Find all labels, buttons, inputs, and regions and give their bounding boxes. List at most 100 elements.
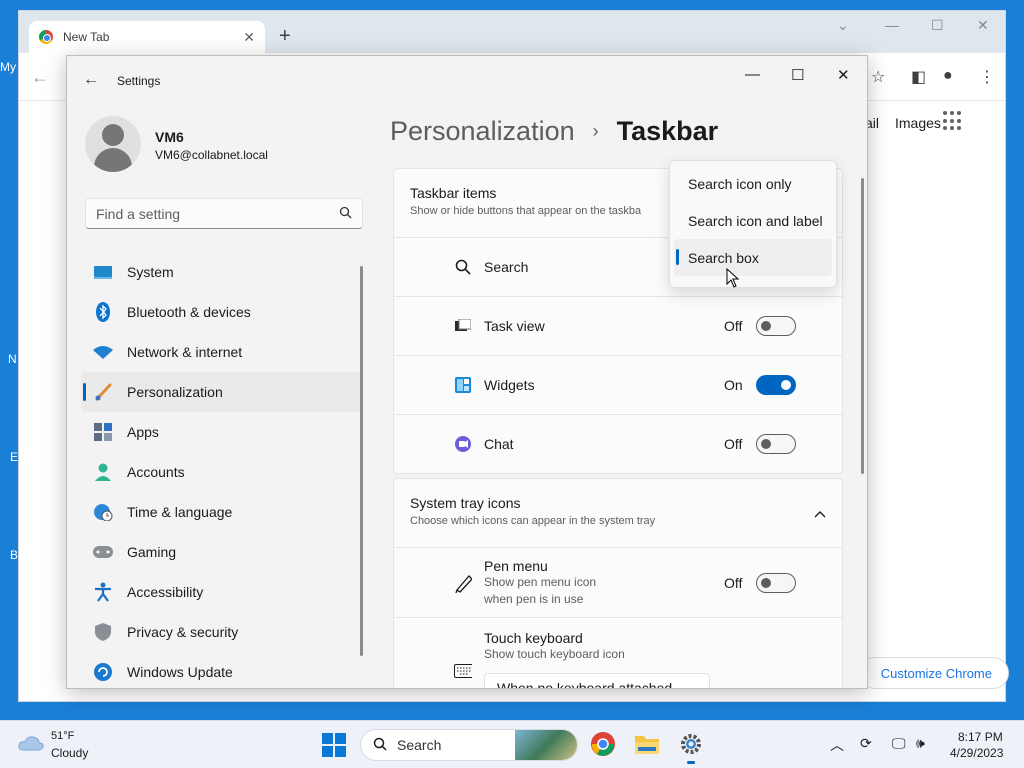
row-sub: when pen is in use [484,591,584,606]
gamepad-icon [93,543,113,561]
row-label: Pen menu [484,557,548,574]
shield-icon [93,623,113,641]
sidebar-item-bluetooth[interactable]: Bluetooth & devices [81,292,363,332]
clock-date[interactable]: 4/29/2023 [950,746,1003,760]
sidebar-item-label: Privacy & security [127,624,239,640]
sidebar-item-accounts[interactable]: Accounts [81,452,363,492]
back-arrow-icon[interactable]: ← [83,71,99,89]
minimize-icon[interactable]: — [885,17,899,33]
taskbar-search-label: Search [397,737,442,753]
desktop-label[interactable]: B [10,548,18,562]
profile-email: VM6@collabnet.local [155,148,268,162]
row-label: Search [484,259,529,275]
back-arrow-icon[interactable]: ← [31,67,49,88]
images-link[interactable]: Images [895,115,941,131]
profile-name: VM6 [155,129,184,145]
desktop-label[interactable]: N [8,352,17,366]
sidebar-item-system[interactable]: System [81,252,363,292]
accessibility-icon [93,582,113,602]
breadcrumb-parent[interactable]: Personalization [390,116,575,147]
new-tab-button[interactable]: + [279,25,291,48]
sidebar-item-accessibility[interactable]: Accessibility [81,572,363,612]
sync-icon[interactable]: ⟳ [860,735,872,752]
sidebar-item-time-language[interactable]: Time & language [81,492,363,532]
profile-icon[interactable]: ● [943,67,953,85]
star-icon[interactable]: ☆ [871,67,885,87]
sidebar-item-label: Personalization [127,384,223,400]
update-icon [93,663,113,681]
chevron-up-icon[interactable] [814,505,826,521]
toggle-state: Off [724,436,743,452]
pen-menu-toggle[interactable] [756,572,796,593]
chrome-tab[interactable]: New Tab ✕ [29,21,265,53]
taskbar-search[interactable]: Search [360,729,578,761]
desktop-label[interactable]: E [10,450,18,464]
content-scrollbar[interactable] [861,178,864,474]
desktop-label[interactable]: My [0,60,16,74]
clock-time[interactable]: 8:17 PM [958,730,1003,744]
sidebar-item-apps[interactable]: Apps [81,412,363,452]
maximize-icon[interactable]: ☐ [791,66,804,84]
touch-keyboard-select[interactable]: When no keyboard attached ⌄ [484,673,710,689]
sidebar-item-label: System [127,264,174,280]
avatar[interactable] [85,116,141,172]
search-icon [339,206,352,222]
row-label: Widgets [484,377,535,393]
close-icon[interactable]: ✕ [837,66,850,84]
search-placeholder: Find a setting [96,205,181,222]
settings-titlebar: ← Settings — ☐ ✕ [67,56,867,106]
sidebar-item-gaming[interactable]: Gaming [81,532,363,572]
chrome-taskbar-icon[interactable] [588,729,618,759]
side-panel-icon[interactable]: ◧ [911,67,926,87]
network-icon[interactable]: 🖵 [892,735,906,752]
task-view-toggle[interactable] [756,316,796,336]
system-icon [93,263,113,281]
minimize-icon[interactable]: — [745,66,760,83]
globe-clock-icon [93,503,113,521]
option-search-icon-only[interactable]: Search icon only [674,165,832,202]
system-tray-card: System tray icons Choose which icons can… [393,478,843,689]
chrome-tab-title: New Tab [63,30,110,44]
search-input[interactable]: Find a setting [85,198,363,229]
google-apps-icon[interactable] [943,111,963,131]
tab-search-icon[interactable]: ⌄ [837,17,849,34]
start-button[interactable] [322,733,346,757]
widgets-toggle[interactable] [756,375,796,395]
close-tab-icon[interactable]: ✕ [243,29,255,46]
mouse-cursor-icon [726,268,740,288]
weather-condition[interactable]: Cloudy [51,746,88,760]
sidebar-item-personalization[interactable]: Personalization [81,372,363,412]
keyboard-icon [454,662,472,680]
widgets-icon [454,376,472,394]
maximize-icon[interactable]: ☐ [931,17,944,34]
option-search-icon-and-label[interactable]: Search icon and label [674,202,832,239]
pen-menu-row: Pen menu Show pen menu icon when pen is … [394,547,842,617]
settings-nav: System Bluetooth & devices Network & int… [81,252,363,688]
system-tray-header[interactable]: System tray icons Choose which icons can… [394,479,842,547]
chat-toggle[interactable] [756,434,796,454]
search-highlight-image [515,730,577,760]
section-description: Choose which icons can appear in the sys… [410,515,656,527]
task-view-icon [454,317,472,335]
row-label: Task view [484,318,545,334]
more-menu-icon[interactable]: ⋮ [979,67,995,87]
sidebar-item-windows-update[interactable]: Windows Update [81,652,363,688]
volume-icon[interactable]: 🕪 [916,735,925,752]
toggle-state: Off [724,318,743,334]
close-icon[interactable]: ✕ [977,17,989,34]
file-explorer-icon[interactable] [632,729,662,759]
sidebar-item-privacy[interactable]: Privacy & security [81,612,363,652]
customize-chrome-button[interactable]: Customize Chrome [859,657,1009,689]
nav-scrollbar[interactable] [360,266,363,656]
weather-temp[interactable]: 51°F [51,730,74,742]
sidebar-item-network[interactable]: Network & internet [81,332,363,372]
cloud-icon[interactable] [18,735,44,751]
option-search-box[interactable]: Search box [674,239,832,276]
chevron-down-icon: ⌄ [687,682,697,689]
widgets-row: Widgets On [394,355,842,414]
row-label: Touch keyboard [484,630,583,646]
sidebar-item-label: Gaming [127,544,177,560]
chevron-up-icon[interactable]: ︿ [830,735,844,755]
settings-taskbar-icon[interactable] [676,729,706,764]
touch-keyboard-row: Touch keyboard Show touch keyboard icon … [394,617,842,689]
